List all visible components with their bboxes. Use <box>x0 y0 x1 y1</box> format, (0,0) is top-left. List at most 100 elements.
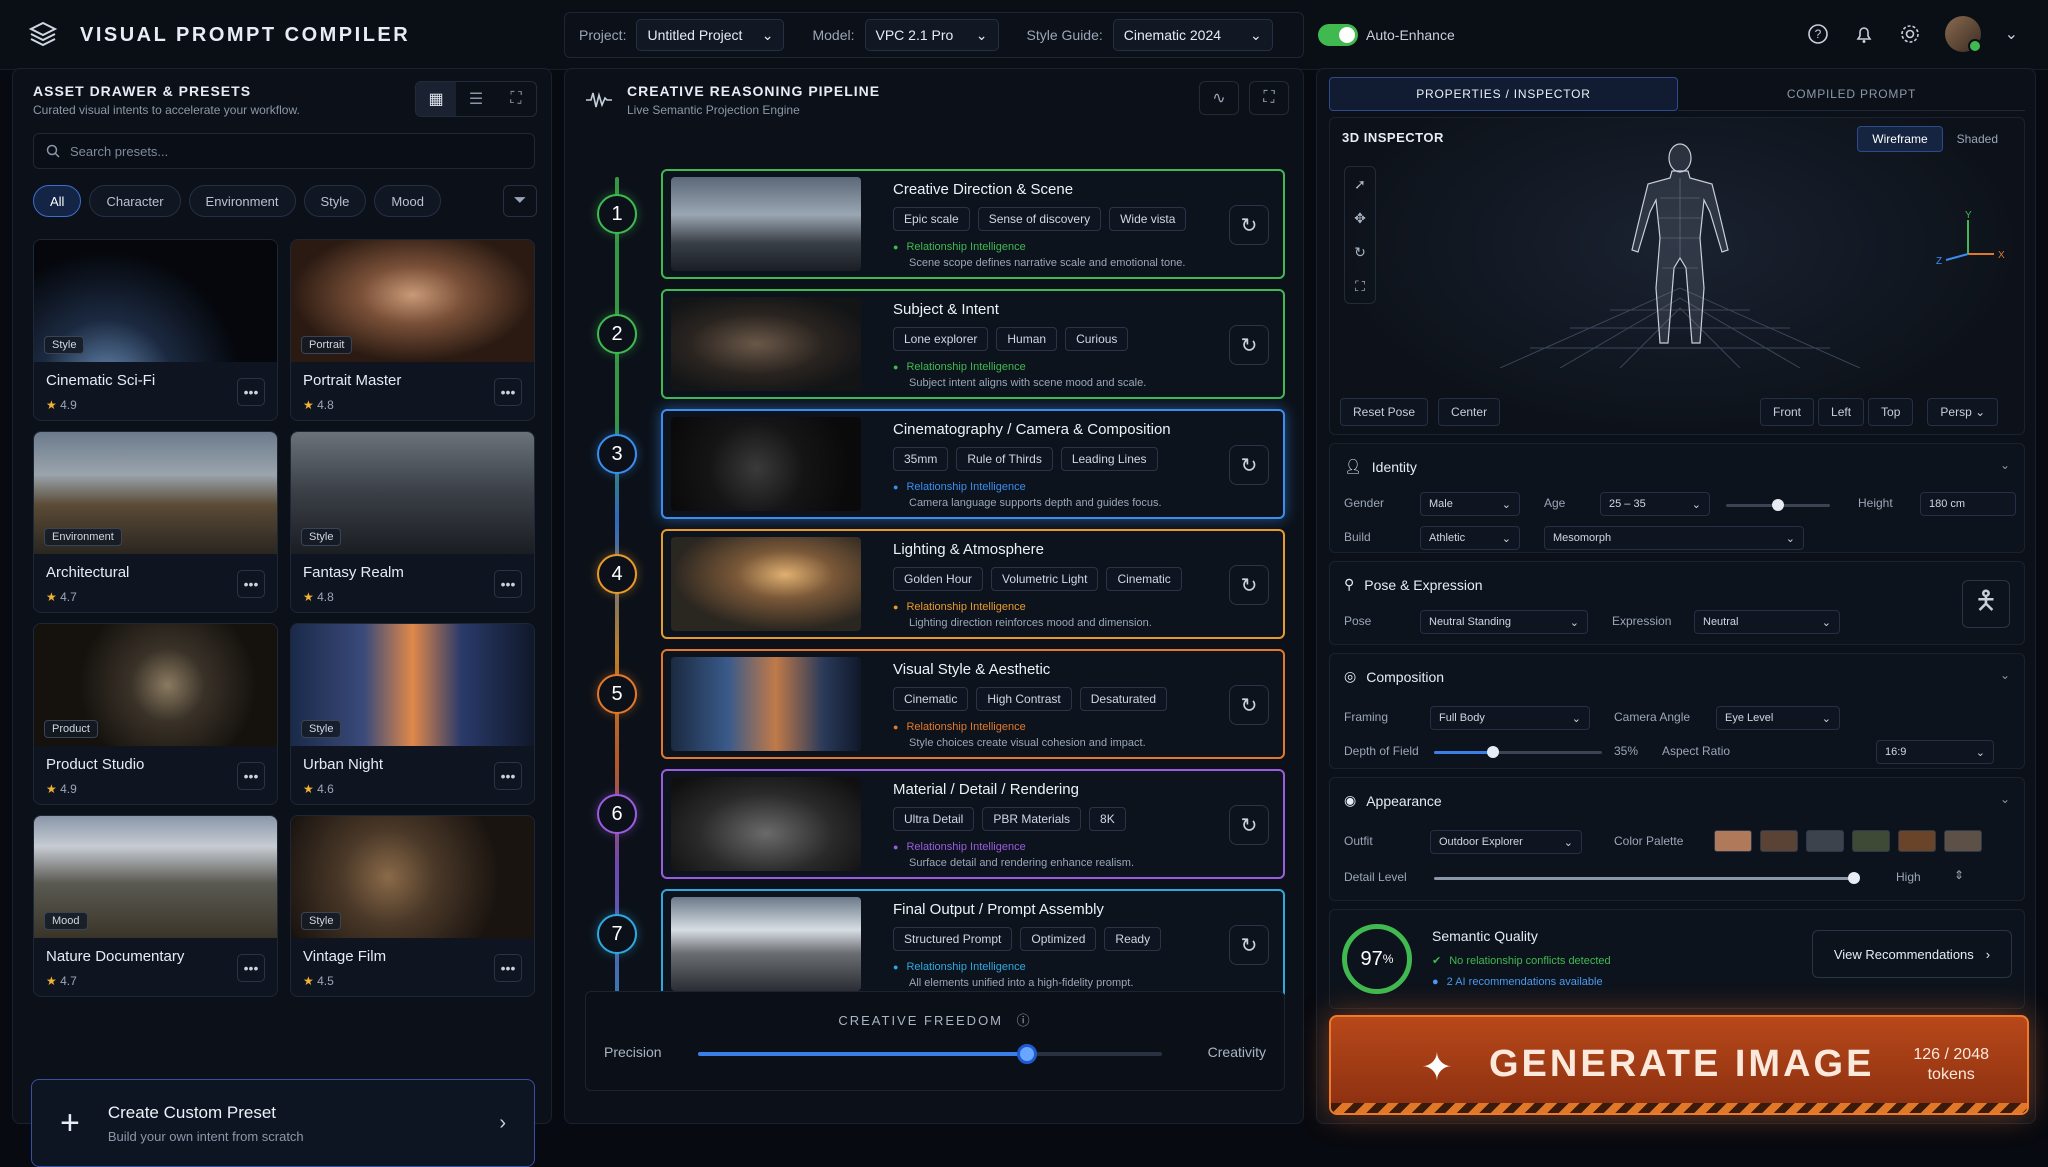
detail-level-slider[interactable] <box>1434 872 1860 884</box>
info-icon[interactable]: ⓘ <box>1017 1013 1032 1028</box>
preset-card[interactable]: Style Vintage Film ★ 4.5 ••• <box>290 815 535 997</box>
pipeline-step[interactable]: 4 Lighting & Atmosphere Golden Hour Volumet… <box>585 529 1285 639</box>
pose-select[interactable]: Neutral Standing ⌄ <box>1420 610 1588 634</box>
view-recommendations-button[interactable]: View Recommendations › <box>1812 930 2012 978</box>
step-tag[interactable]: Curious <box>1065 327 1129 351</box>
step-card[interactable]: Subject & Intent Lone explorer Human Curiou… <box>661 289 1285 399</box>
expression-select[interactable]: Neutral ⌄ <box>1694 610 1840 634</box>
step-tag[interactable]: Rule of Thirds <box>956 447 1053 471</box>
step-tag[interactable]: PBR Materials <box>982 807 1082 831</box>
preset-card[interactable]: Style Cinematic Sci-Fi ★ 4.9 ••• <box>33 239 278 421</box>
more-button[interactable]: ••• <box>494 378 522 406</box>
chip-style[interactable]: Style <box>303 185 367 217</box>
step-card[interactable]: Creative Direction & Scene Epic scale Sens… <box>661 169 1285 279</box>
pipeline-step[interactable]: 7 Final Output / Prompt Assembly Structure… <box>585 889 1285 999</box>
color-swatch[interactable] <box>1944 830 1982 852</box>
step-tag[interactable]: 8K <box>1089 807 1126 831</box>
auto-enhance-toggle[interactable] <box>1318 24 1358 46</box>
step-tag[interactable]: Leading Lines <box>1060 447 1158 471</box>
move-icon[interactable]: ✥ <box>1354 210 1366 227</box>
chip-environment[interactable]: Environment <box>188 185 296 217</box>
model-select[interactable]: VPC 2.1 Pro ⌄ <box>864 19 999 51</box>
refresh-icon[interactable]: ↻ <box>1229 925 1269 965</box>
preset-card[interactable]: Product Product Studio ★ 4.9 ••• <box>33 623 278 805</box>
step-tag[interactable]: Wide vista <box>1109 207 1187 231</box>
wireframe-button[interactable]: Wireframe <box>1857 126 1943 152</box>
more-button[interactable]: ••• <box>237 954 265 982</box>
filter-icon[interactable]: ⏷ <box>503 185 537 217</box>
pipeline-step[interactable]: 5 Visual Style & Aesthetic Cinematic High C… <box>585 649 1285 759</box>
framing-select[interactable]: Full Body ⌄ <box>1430 706 1590 730</box>
step-tag[interactable]: Human <box>996 327 1058 351</box>
step-card[interactable]: Final Output / Prompt Assembly Structured… <box>661 889 1285 999</box>
tab-compiled-prompt[interactable]: COMPILED PROMPT <box>1678 77 2025 111</box>
more-button[interactable]: ••• <box>237 570 265 598</box>
preset-card[interactable]: Portrait Portrait Master ★ 4.8 ••• <box>290 239 535 421</box>
step-tag[interactable]: Cinematic <box>1106 567 1182 591</box>
cursor-icon[interactable]: ➚ <box>1354 176 1366 193</box>
chip-character[interactable]: Character <box>89 185 181 217</box>
step-tag[interactable]: Optimized <box>1020 927 1097 951</box>
more-button[interactable]: ••• <box>237 762 265 790</box>
center-button[interactable]: Center <box>1438 398 1501 426</box>
create-custom-preset-button[interactable]: + Create Custom Preset Build your own in… <box>31 1079 535 1167</box>
grid-view-icon[interactable]: ▦ <box>416 82 456 116</box>
preset-card[interactable]: Style Urban Night ★ 4.6 ••• <box>290 623 535 805</box>
refresh-icon[interactable]: ↻ <box>1229 445 1269 485</box>
preset-card[interactable]: Environment Architectural ★ 4.7 ••• <box>33 431 278 613</box>
activity-icon[interactable]: ∿ <box>1199 81 1239 115</box>
step-tag[interactable]: Ready <box>1104 927 1162 951</box>
height-input[interactable]: 180 cm <box>1920 492 2016 516</box>
build-select[interactable]: Athletic ⌄ <box>1420 526 1520 550</box>
color-swatch[interactable] <box>1852 830 1890 852</box>
list-view-icon[interactable]: ☰ <box>456 82 496 116</box>
stepper-icon[interactable]: ⇕ <box>1954 868 1964 882</box>
dof-knob[interactable] <box>1486 746 1499 758</box>
generate-image-button[interactable]: ✦ GENERATE IMAGE 126 / 2048 tokens <box>1329 1015 2029 1115</box>
aspect-ratio-select[interactable]: 16:9 ⌄ <box>1876 740 1994 764</box>
more-button[interactable]: ••• <box>494 762 522 790</box>
outfit-select[interactable]: Outdoor Explorer ⌄ <box>1430 830 1582 854</box>
reset-pose-button[interactable]: Reset Pose <box>1340 398 1429 426</box>
dof-slider[interactable] <box>1434 746 1602 758</box>
refresh-icon[interactable]: ↻ <box>1229 325 1269 365</box>
gender-select[interactable]: Male ⌄ <box>1420 492 1520 516</box>
top-view-button[interactable]: Top <box>1868 398 1914 426</box>
step-tag[interactable]: Golden Hour <box>893 567 984 591</box>
refresh-icon[interactable]: ↻ <box>1229 685 1269 725</box>
detail-level-knob[interactable] <box>1848 872 1860 884</box>
camera-angle-select[interactable]: Eye Level ⌄ <box>1716 706 1840 730</box>
somatotype-select[interactable]: Mesomorph ⌄ <box>1544 526 1804 550</box>
rotate-icon[interactable]: ↻ <box>1354 244 1366 261</box>
search-input[interactable]: Search presets... <box>33 133 535 169</box>
step-card[interactable]: Lighting & Atmosphere Golden Hour Volumetr… <box>661 529 1285 639</box>
pipeline-step[interactable]: 1 Creative Direction & Scene Epic scale Sen… <box>585 169 1285 279</box>
step-card[interactable]: Cinematography / Camera & Composition 35m… <box>661 409 1285 519</box>
step-tag[interactable]: Cinematic <box>893 687 969 711</box>
age-select[interactable]: 25 – 35 ⌄ <box>1600 492 1710 516</box>
color-swatch[interactable] <box>1898 830 1936 852</box>
refresh-icon[interactable]: ↻ <box>1229 805 1269 845</box>
step-card[interactable]: Material / Detail / Rendering Ultra Detai… <box>661 769 1285 879</box>
step-tag[interactable]: High Contrast <box>976 687 1072 711</box>
pipeline-step[interactable]: 3 Cinematography / Camera & Composition 35… <box>585 409 1285 519</box>
bell-icon[interactable] <box>1853 23 1875 45</box>
more-button[interactable]: ••• <box>494 954 522 982</box>
step-tag[interactable]: Structured Prompt <box>893 927 1013 951</box>
preset-card[interactable]: Mood Nature Documentary ★ 4.7 ••• <box>33 815 278 997</box>
slider-knob[interactable] <box>1017 1044 1038 1064</box>
help-icon[interactable]: ? <box>1807 23 1829 45</box>
composition-header[interactable]: ◎ Composition <box>1344 668 1444 685</box>
more-button[interactable]: ••• <box>237 378 265 406</box>
style-guide-select[interactable]: Cinematic 2024 ⌄ <box>1112 19 1273 51</box>
step-tag[interactable]: Ultra Detail <box>893 807 975 831</box>
preset-card[interactable]: Style Fantasy Realm ★ 4.8 ••• <box>290 431 535 613</box>
step-tag[interactable]: Lone explorer <box>893 327 989 351</box>
step-tag[interactable]: Desaturated <box>1079 687 1168 711</box>
front-view-button[interactable]: Front <box>1760 398 1815 426</box>
step-tag[interactable]: 35mm <box>893 447 949 471</box>
project-select[interactable]: Untitled Project ⌄ <box>636 19 785 51</box>
step-tag[interactable]: Volumetric Light <box>991 567 1099 591</box>
refresh-icon[interactable]: ↻ <box>1229 565 1269 605</box>
pipeline-step[interactable]: 6 Material / Detail / Rendering Ultra Deta… <box>585 769 1285 879</box>
